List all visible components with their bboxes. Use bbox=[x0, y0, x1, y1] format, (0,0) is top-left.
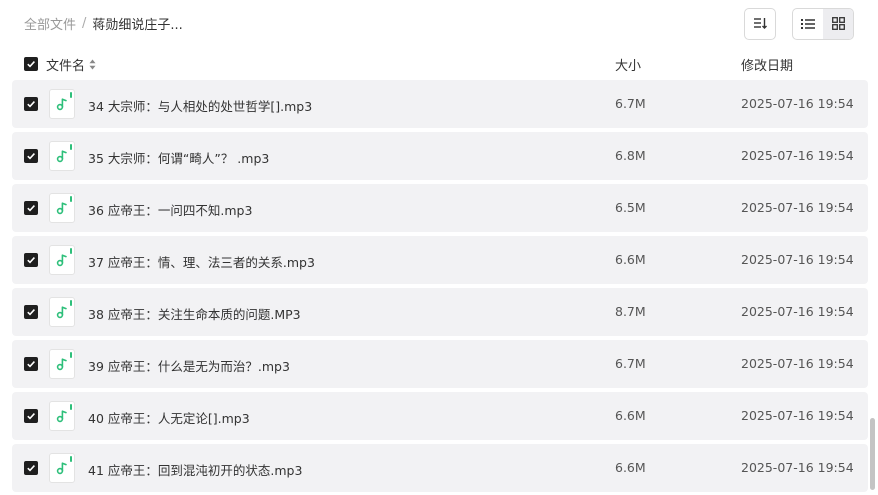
select-all-checkbox[interactable] bbox=[24, 57, 38, 71]
file-list: 34 大宗师：与人相处的处世哲学[].mp3 6.7M 2025-07-16 19:… bbox=[12, 80, 868, 495]
file-modified-date: 2025-07-16 19:54 bbox=[741, 356, 854, 371]
scrollbar-thumb[interactable] bbox=[870, 418, 875, 490]
file-size: 6.7M bbox=[615, 356, 646, 371]
file-modified-date: 2025-07-16 19:54 bbox=[741, 304, 854, 319]
file-size: 6.8M bbox=[615, 148, 646, 163]
file-modified-date: 2025-07-16 19:54 bbox=[741, 252, 854, 267]
breadcrumb-root-link[interactable]: 全部文件 bbox=[24, 14, 76, 33]
file-row[interactable]: 36 应帝王：一问四不知.mp3 6.5M 2025-07-16 19:54 bbox=[12, 184, 868, 232]
file-size: 6.7M bbox=[615, 96, 646, 111]
file-row[interactable]: 37 应帝王：情、理、法三者的关系.mp3 6.6M 2025-07-16 19:5… bbox=[12, 236, 868, 284]
file-row[interactable]: 40 应帝王：人无定论[].mp3 6.6M 2025-07-16 19:54 bbox=[12, 392, 868, 440]
file-name[interactable]: 34 大宗师：与人相处的处世哲学[].mp3 bbox=[88, 96, 312, 115]
file-name[interactable]: 36 应帝王：一问四不知.mp3 bbox=[88, 200, 252, 219]
file-name[interactable]: 41 应帝王：回到混沌初开的状态.mp3 bbox=[88, 460, 302, 479]
file-size: 6.6M bbox=[615, 460, 646, 475]
file-name[interactable]: 38 应帝王：关注生命本质的问题.MP3 bbox=[88, 304, 301, 323]
file-name[interactable]: 37 应帝王：情、理、法三者的关系.mp3 bbox=[88, 252, 315, 271]
file-name[interactable]: 39 应帝王：什么是无为而治？.mp3 bbox=[88, 356, 290, 375]
file-row[interactable]: 34 大宗师：与人相处的处世哲学[].mp3 6.7M 2025-07-16 19:… bbox=[12, 80, 868, 128]
row-checkbox[interactable] bbox=[24, 253, 38, 267]
file-size: 8.7M bbox=[615, 304, 646, 319]
column-header-name-label: 文件名 bbox=[46, 59, 86, 74]
file-modified-date: 2025-07-16 19:54 bbox=[741, 460, 854, 475]
file-modified-date: 2025-07-16 19:54 bbox=[741, 148, 854, 163]
row-checkbox[interactable] bbox=[24, 149, 38, 163]
audio-file-icon bbox=[49, 453, 75, 483]
sort-button[interactable] bbox=[744, 8, 776, 40]
breadcrumb: 全部文件 / 蒋勋细说庄子... bbox=[24, 14, 183, 33]
column-header-size[interactable]: 大小 bbox=[615, 55, 641, 74]
file-size: 6.6M bbox=[615, 408, 646, 423]
audio-file-icon bbox=[49, 193, 75, 223]
audio-file-icon bbox=[49, 349, 75, 379]
row-checkbox[interactable] bbox=[24, 357, 38, 371]
file-size: 6.5M bbox=[615, 200, 646, 215]
file-row[interactable]: 41 应帝王：回到混沌初开的状态.mp3 6.6M 2025-07-16 19:54 bbox=[12, 444, 868, 492]
breadcrumb-separator: / bbox=[82, 16, 87, 31]
audio-file-icon bbox=[49, 401, 75, 431]
file-name[interactable]: 40 应帝王：人无定论[].mp3 bbox=[88, 408, 250, 427]
top-bar: 全部文件 / 蒋勋细说庄子... bbox=[0, 0, 878, 48]
file-row[interactable]: 38 应帝王：关注生命本质的问题.MP3 8.7M 2025-07-16 19:54 bbox=[12, 288, 868, 336]
row-checkbox[interactable] bbox=[24, 305, 38, 319]
audio-file-icon bbox=[49, 89, 75, 119]
file-name[interactable]: 35 大宗师：何谓“畸人”？ .mp3 bbox=[88, 148, 269, 167]
file-size: 6.6M bbox=[615, 252, 646, 267]
file-row[interactable]: 39 应帝王：什么是无为而治？.mp3 6.7M 2025-07-16 19:54 bbox=[12, 340, 868, 388]
table-header: 文件名 大小 修改日期 bbox=[12, 48, 868, 80]
list-view-icon bbox=[801, 15, 815, 34]
row-checkbox[interactable] bbox=[24, 409, 38, 423]
grid-view-icon bbox=[831, 15, 845, 34]
file-row[interactable]: 35 大宗师：何谓“畸人”？ .mp3 6.8M 2025-07-16 19:54 bbox=[12, 132, 868, 180]
column-header-name[interactable]: 文件名 bbox=[46, 55, 96, 74]
audio-file-icon bbox=[49, 141, 75, 171]
row-checkbox[interactable] bbox=[24, 97, 38, 111]
file-modified-date: 2025-07-16 19:54 bbox=[741, 96, 854, 111]
audio-file-icon bbox=[49, 245, 75, 275]
audio-file-icon bbox=[49, 297, 75, 327]
breadcrumb-current: 蒋勋细说庄子... bbox=[92, 18, 183, 33]
column-header-modified[interactable]: 修改日期 bbox=[741, 55, 793, 74]
row-checkbox[interactable] bbox=[24, 201, 38, 215]
sort-icon bbox=[753, 15, 767, 34]
file-modified-date: 2025-07-16 19:54 bbox=[741, 200, 854, 215]
grid-view-button[interactable] bbox=[823, 9, 853, 39]
view-toggle bbox=[792, 8, 854, 40]
sort-caret-icon bbox=[89, 59, 96, 70]
file-modified-date: 2025-07-16 19:54 bbox=[741, 408, 854, 423]
row-checkbox[interactable] bbox=[24, 461, 38, 475]
list-view-button[interactable] bbox=[793, 9, 823, 39]
